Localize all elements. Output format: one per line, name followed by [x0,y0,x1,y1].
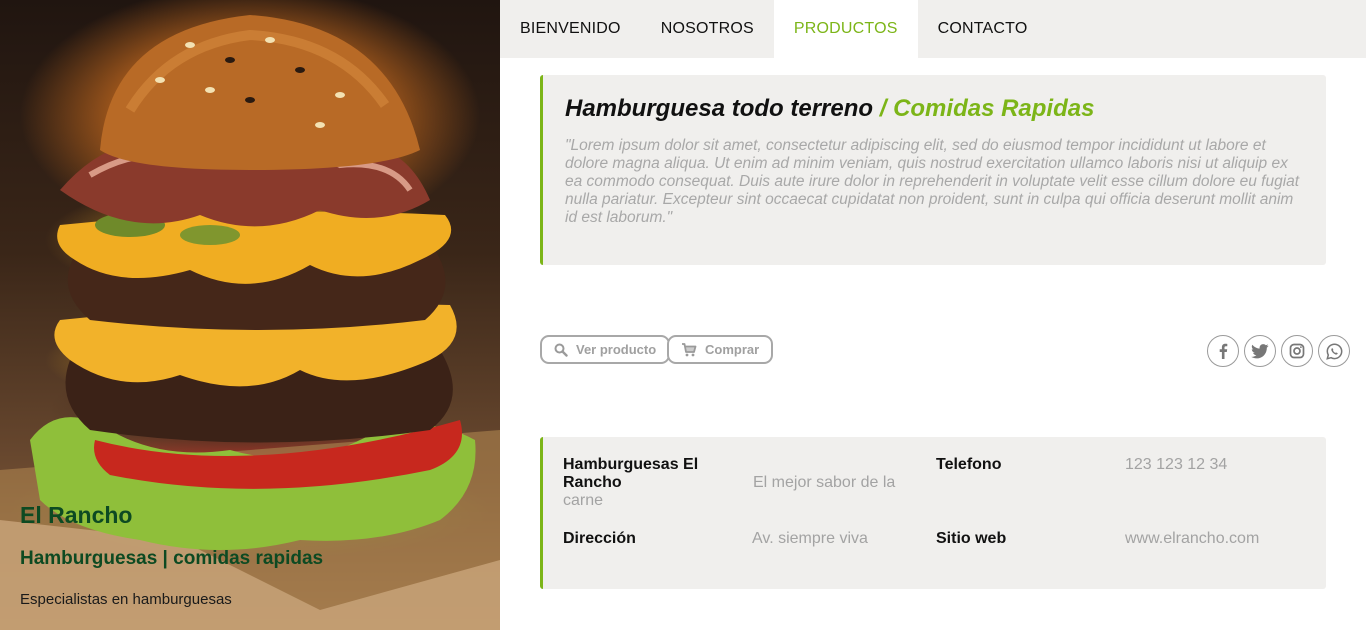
address-label: Dirección [563,530,636,547]
whatsapp-icon [1325,342,1342,360]
nav-item-bienvenido[interactable]: BIENVENIDO [500,0,641,58]
whatsapp-link[interactable] [1318,335,1350,367]
view-product-button[interactable]: Ver producto [540,335,671,364]
contact-info-card: Hamburguesas El Rancho El mejor sabor de… [540,437,1326,589]
nav-item-productos[interactable]: PRODUCTOS [773,0,918,58]
twitter-icon [1251,343,1269,358]
address-value: Av. siempre viva [752,530,868,547]
search-icon [554,343,568,357]
main-nav: BIENVENIDO NOSOTROS PRODUCTOS CONTACTO [500,0,1366,58]
view-product-label: Ver producto [576,342,657,357]
facebook-icon [1219,343,1228,359]
burger-illustration [0,15,500,630]
facebook-link[interactable] [1207,335,1239,367]
instagram-icon [1289,343,1305,359]
brand-tagline: Especialistas en hamburguesas [20,591,232,608]
product-description: "Lorem ipsum dolor sit amet, consectetur… [565,137,1300,226]
website-value[interactable]: www.elrancho.com [1125,530,1259,548]
product-title: Hamburguesa todo terreno / Comidas Rapid… [565,95,1304,123]
business-slogan-line-2: carne [563,492,604,509]
product-name: Hamburguesa todo terreno [565,95,874,122]
social-links [1207,335,1350,367]
buy-button[interactable]: Comprar [667,335,774,364]
title-separator: / [879,95,887,122]
nav-item-contacto[interactable]: CONTACTO [918,0,1048,58]
twitter-link[interactable] [1244,335,1276,367]
website-label: Sitio web [936,530,1007,547]
hero-image: El Rancho Hamburguesas | comidas rapidas… [0,0,500,630]
phone-label: Telefono [936,456,1002,473]
product-category: Comidas Rapidas [893,95,1095,122]
brand-subtitle: Hamburguesas | comidas rapidas [20,548,324,569]
business-slogan: El mejor sabor de la carne [563,474,923,510]
brand-title: El Rancho [20,502,133,528]
buy-label: Comprar [705,342,760,357]
nav-item-nosotros[interactable]: NOSOTROS [641,0,774,58]
cart-icon [682,342,697,356]
phone-value[interactable]: 123 123 12 34 [1125,456,1227,474]
business-slogan-line-1: El mejor sabor de la [753,474,896,491]
product-card: Hamburguesa todo terreno / Comidas Rapid… [540,75,1326,265]
instagram-link[interactable] [1281,335,1313,367]
